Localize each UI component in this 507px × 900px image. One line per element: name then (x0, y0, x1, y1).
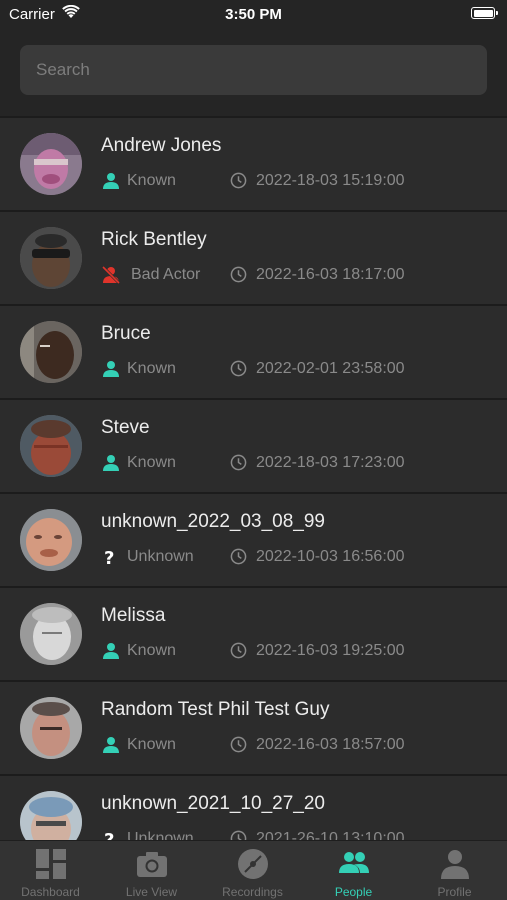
status-label: Known (127, 642, 176, 659)
person-row[interactable]: Steve Known 2022-18-03 17:23:00 (0, 398, 507, 492)
avatar (20, 227, 82, 289)
tab-dashboard[interactable]: Dashboard (0, 841, 101, 900)
clock-icon (230, 266, 247, 283)
tab-label: Recordings (222, 885, 283, 899)
timestamp: 2022-16-03 19:25:00 (256, 642, 405, 659)
avatar (20, 603, 82, 665)
person-name: unknown_2021_10_27_20 (101, 793, 325, 814)
camera-icon (136, 852, 167, 877)
clock-icon (230, 454, 247, 471)
avatar (20, 509, 82, 571)
person-row[interactable]: unknown_2021_10_27_20 ? Unknown 2021-26-… (0, 774, 507, 840)
person-row[interactable]: Melissa Known 2022-16-03 19:25:00 (0, 586, 507, 680)
person-row[interactable]: Random Test Phil Test Guy Known 2022-16-… (0, 680, 507, 774)
timestamp: 2022-16-03 18:17:00 (256, 266, 405, 283)
people-icon (338, 852, 369, 873)
avatar (20, 415, 82, 477)
person-name: Rick Bentley (101, 229, 207, 250)
tab-people[interactable]: People (303, 841, 404, 900)
status-label: Known (127, 360, 176, 377)
known-person-icon (103, 173, 119, 189)
known-person-icon (103, 737, 119, 753)
tab-label: Profile (437, 885, 472, 899)
person-row[interactable]: Rick Bentley Bad Actor 2022-16-03 18:17:… (0, 210, 507, 304)
clock-icon (230, 172, 247, 189)
person-name: Bruce (101, 323, 151, 344)
bad-actor-icon (101, 265, 121, 285)
battery-icon (471, 7, 498, 19)
person-name: Random Test Phil Test Guy (101, 699, 330, 720)
clock-icon (230, 548, 247, 565)
timestamp: 2022-16-03 18:57:00 (256, 736, 405, 753)
search-bar (20, 45, 487, 95)
person-name: Steve (101, 417, 150, 438)
tab-recordings[interactable]: Recordings (202, 841, 303, 900)
person-row[interactable]: Bruce Known 2022-02-01 23:58:00 (0, 304, 507, 398)
known-person-icon (103, 643, 119, 659)
timestamp: 2022-10-03 16:56:00 (256, 548, 405, 565)
person-row[interactable]: unknown_2022_03_08_99 ? Unknown 2022-10-… (0, 492, 507, 586)
clock-time: 3:50 PM (225, 6, 282, 23)
status-label: Unknown (127, 548, 194, 565)
tab-label: Live View (125, 885, 178, 899)
avatar (20, 697, 82, 759)
tab-live-view[interactable]: Live View (101, 841, 202, 900)
status-label: Bad Actor (131, 266, 201, 283)
svg-text:?: ? (104, 830, 114, 840)
timestamp: 2021-26-10 13:10:00 (256, 830, 405, 840)
people-list: Andrew Jones Known 2022-18-03 15:19:00 R… (0, 116, 507, 840)
tab-label: People (334, 885, 373, 899)
status-label: Known (127, 172, 176, 189)
recordings-icon (237, 849, 268, 879)
person-row[interactable]: Andrew Jones Known 2022-18-03 15:19:00 (0, 116, 507, 210)
clock-icon (230, 736, 247, 753)
profile-icon (440, 850, 469, 879)
status-label: Known (127, 454, 176, 471)
avatar (20, 321, 82, 383)
timestamp: 2022-18-03 17:23:00 (256, 454, 405, 471)
clock-icon (230, 360, 247, 377)
search-input[interactable] (20, 45, 487, 95)
status-label: Known (127, 736, 176, 753)
tab-bar: Dashboard Live View Recordings People Pr… (0, 840, 507, 900)
status-bar: Carrier 3:50 PM (0, 0, 507, 28)
timestamp: 2022-02-01 23:58:00 (256, 360, 405, 377)
question-mark-icon: ? (104, 548, 114, 567)
person-name: Andrew Jones (101, 135, 222, 156)
tab-label: Dashboard (21, 885, 80, 899)
dashboard-icon (35, 849, 66, 879)
avatar (20, 791, 82, 840)
clock-icon (230, 642, 247, 659)
question-mark-icon: ? (104, 830, 114, 840)
known-person-icon (103, 455, 119, 471)
avatar (20, 133, 82, 195)
person-name: Melissa (101, 605, 166, 626)
known-person-icon (103, 361, 119, 377)
tab-profile[interactable]: Profile (404, 841, 505, 900)
clock-icon (230, 830, 247, 840)
svg-text:?: ? (104, 548, 114, 567)
person-name: unknown_2022_03_08_99 (101, 511, 325, 532)
timestamp: 2022-18-03 15:19:00 (256, 172, 405, 189)
status-label: Unknown (127, 830, 194, 840)
